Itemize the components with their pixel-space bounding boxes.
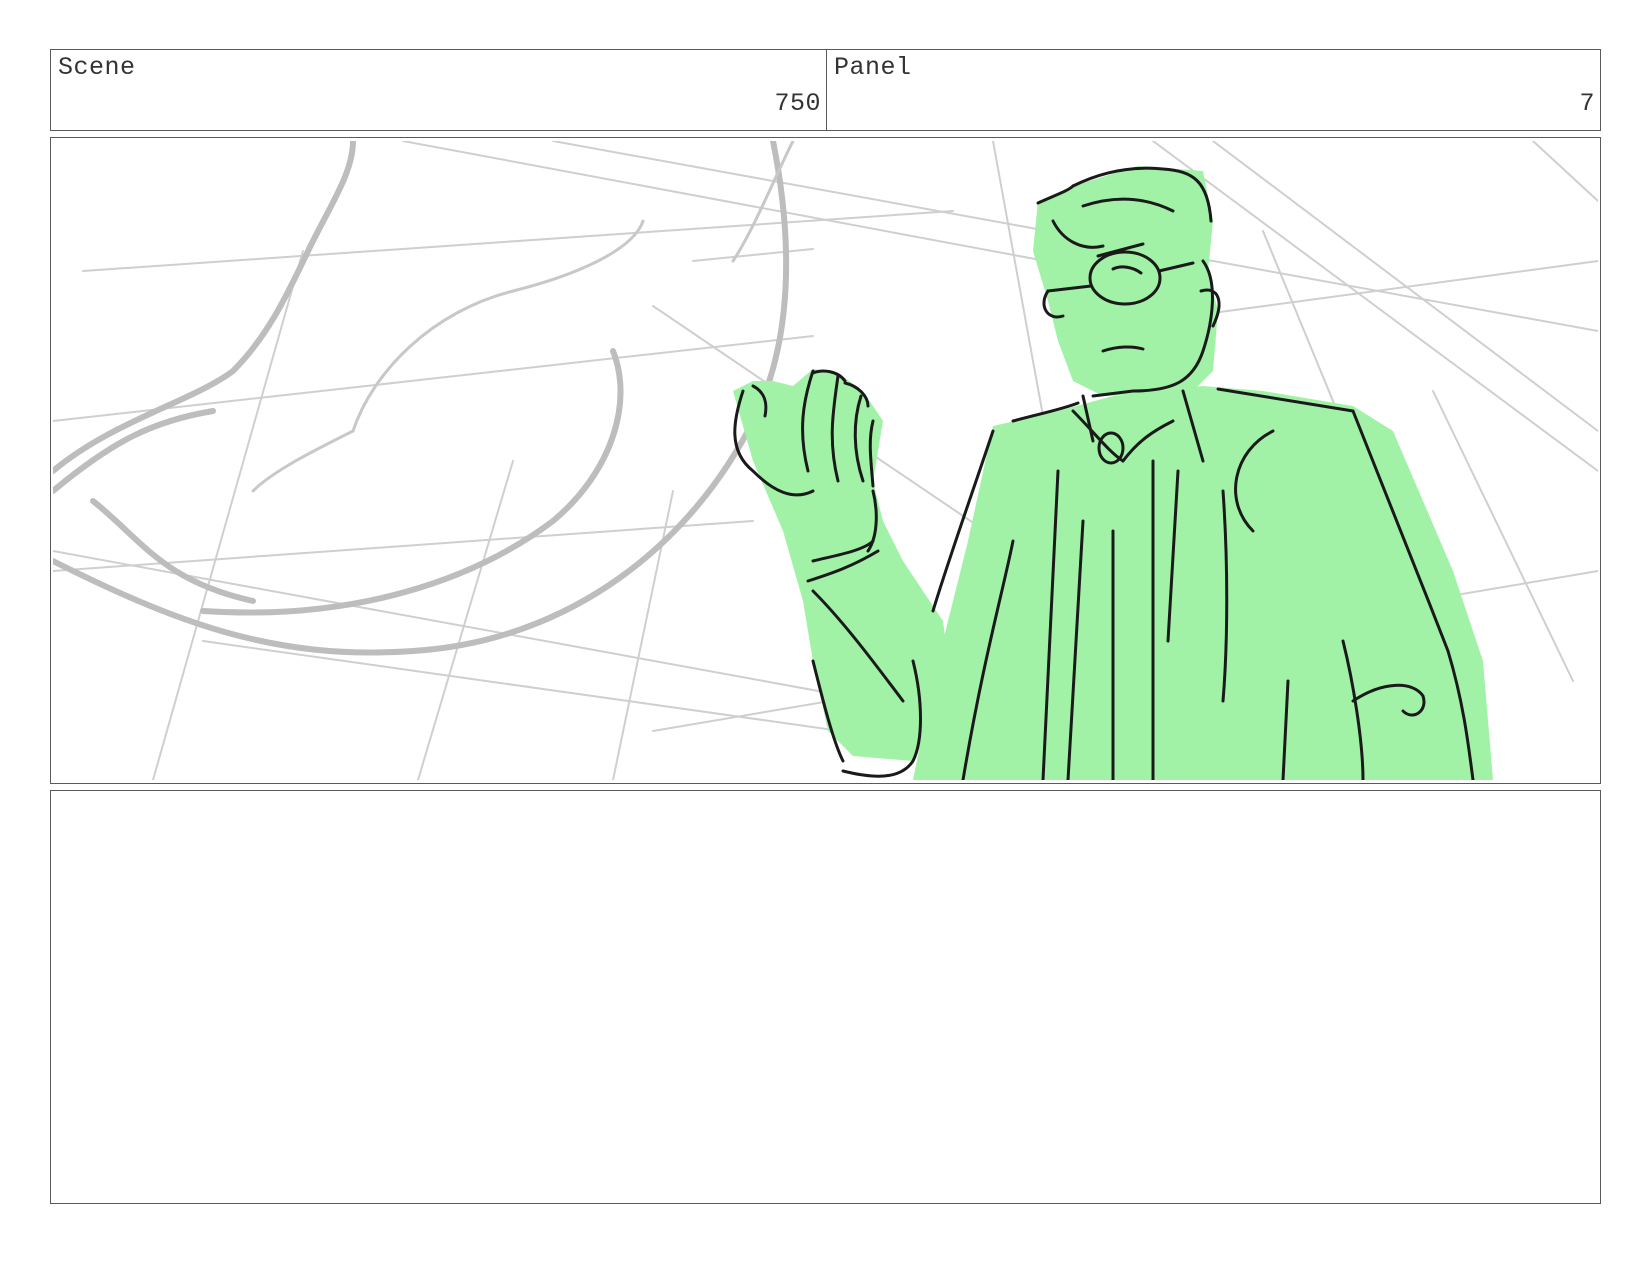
panel-number: 7: [1579, 89, 1595, 118]
scene-cell: Scene 750: [51, 50, 827, 130]
header-table: Scene 750 Panel 7: [50, 49, 1601, 131]
scene-number: 750: [774, 89, 821, 118]
storyboard-frame: [50, 137, 1601, 784]
notes-box: [50, 790, 1601, 1204]
panel-cell: Panel 7: [827, 50, 1600, 130]
storyboard-sketch: [53, 141, 1598, 780]
scene-label: Scene: [58, 53, 136, 82]
background-curves-thin: [251, 141, 795, 493]
panel-label: Panel: [834, 53, 912, 82]
background-curves: [53, 141, 790, 656]
